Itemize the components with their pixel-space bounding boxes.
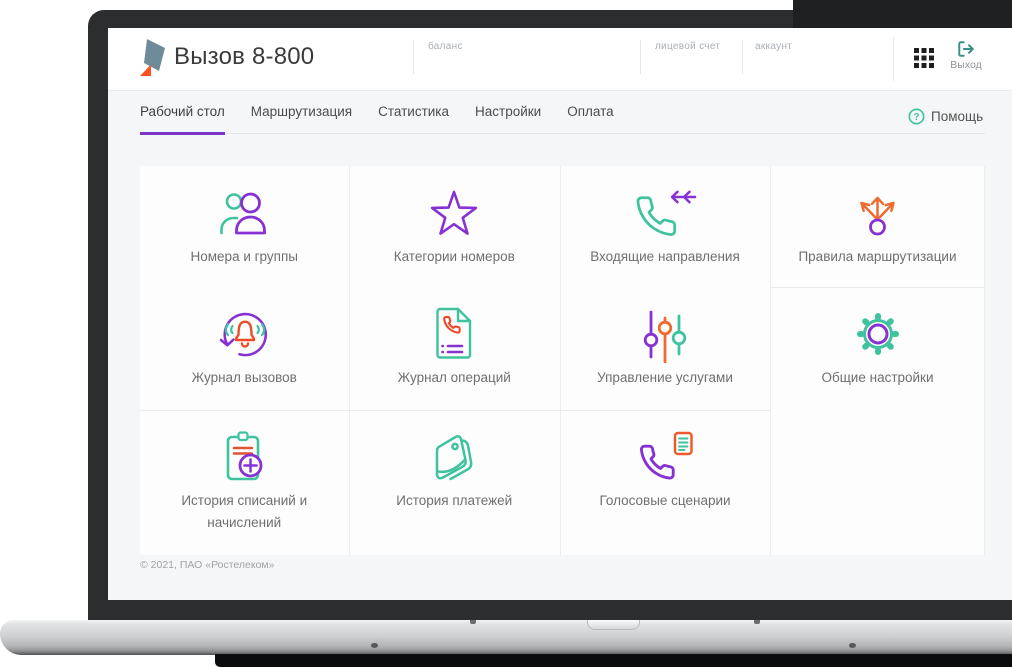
grid-divider: [770, 166, 771, 555]
laptop-base-edge: [215, 654, 1012, 667]
rostelecom-logo-icon: [140, 39, 165, 76]
help-link[interactable]: ? Помощь: [908, 108, 983, 125]
tile-label: Категории номеров: [393, 249, 515, 264]
tile-charges-history[interactable]: История списаний и начислений: [140, 410, 349, 555]
wallet-icon: [427, 428, 481, 486]
tile-label: История платежей: [396, 493, 513, 508]
tile-label: Голосовые сценарии: [599, 493, 731, 508]
tab-statistics[interactable]: Статистика: [378, 104, 449, 133]
tile-service-management[interactable]: Управление услугами: [560, 287, 770, 410]
logout-label: Выход: [950, 59, 982, 71]
header-divider: [413, 40, 414, 74]
tile-label: Номера и группы: [190, 249, 298, 264]
tile-general-settings[interactable]: Общие настройки: [770, 287, 985, 410]
apps-grid-icon[interactable]: [914, 48, 934, 68]
svg-text:?: ?: [913, 112, 919, 123]
clipboard-plus-icon: [219, 428, 269, 486]
laptop-base-foot: [371, 643, 378, 648]
dashboard-grid: Номера и группы Категории номеров Входящ…: [140, 166, 985, 555]
tile-label: Общие настройки: [821, 370, 934, 385]
tile-label: Входящие направления: [590, 249, 740, 264]
tile-call-log[interactable]: Журнал вызовов: [140, 287, 349, 410]
header-divider: [893, 37, 894, 81]
routing-arrows-icon: [854, 184, 902, 242]
sliders-icon: [638, 305, 692, 363]
laptop-bezel-top-right: [793, 0, 1012, 28]
tile-label: Управление услугами: [597, 370, 733, 385]
grid-divider: [770, 287, 985, 288]
balance-label: баланс: [428, 41, 463, 52]
grid-divider: [140, 410, 770, 411]
header-divider: [640, 40, 641, 74]
users-icon: [215, 184, 273, 242]
app-header: Вызов 8-800 баланс лицевой счет аккаунт …: [108, 28, 1012, 91]
laptop-base-notch: [470, 620, 476, 624]
tab-settings[interactable]: Настройки: [475, 104, 541, 133]
help-question-icon: ?: [908, 108, 925, 125]
tile-numbers-and-groups[interactable]: Номера и группы: [140, 166, 349, 287]
tile-incoming-directions[interactable]: Входящие направления: [560, 166, 770, 287]
tab-payment[interactable]: Оплата: [567, 104, 613, 133]
account-label: аккаунт: [755, 41, 793, 52]
tile-number-categories[interactable]: Категории номеров: [349, 166, 561, 287]
voice-script-icon: [635, 428, 695, 486]
laptop-base: [0, 620, 1012, 655]
main-nav: Рабочий стол Маршрутизация Статистика На…: [140, 104, 985, 135]
grid-divider: [560, 166, 561, 555]
tile-voice-scenarios[interactable]: Голосовые сценарии: [560, 410, 770, 555]
tile-payment-history[interactable]: История платежей: [349, 410, 561, 555]
copyright-text: © 2021, ПАО «Ростелеком»: [140, 559, 275, 571]
gear-icon: [850, 305, 906, 363]
tab-routing[interactable]: Маршрутизация: [251, 104, 352, 133]
operations-document-icon: [431, 305, 477, 363]
tile-operations-log[interactable]: Журнал операций: [349, 287, 561, 410]
tile-label: Журнал вызовов: [191, 370, 297, 385]
tile-label: Правила маршрутизации: [798, 249, 957, 264]
tile-label: История списаний и начислений: [181, 493, 308, 531]
tile-label: Журнал операций: [397, 370, 511, 385]
laptop-lid-groove: [587, 620, 640, 630]
call-log-bell-icon: [215, 305, 273, 363]
logout-button[interactable]: Выход: [946, 40, 986, 71]
star-icon: [426, 184, 482, 242]
header-divider: [742, 40, 743, 74]
tab-desktop[interactable]: Рабочий стол: [140, 104, 225, 135]
app-title: Вызов 8-800: [174, 43, 315, 70]
laptop-screen: Вызов 8-800 баланс лицевой счет аккаунт …: [108, 28, 1012, 600]
logout-icon: [958, 41, 974, 57]
grid-divider: [984, 166, 985, 555]
help-label: Помощь: [931, 109, 984, 124]
laptop-base-notch: [754, 620, 760, 624]
grid-divider: [348, 166, 350, 555]
tile-routing-rules[interactable]: Правила маршрутизации: [770, 166, 985, 287]
laptop-base-foot: [849, 643, 856, 648]
personal-account-label: лицевой счет: [655, 41, 721, 52]
incoming-call-icon: [633, 184, 697, 242]
